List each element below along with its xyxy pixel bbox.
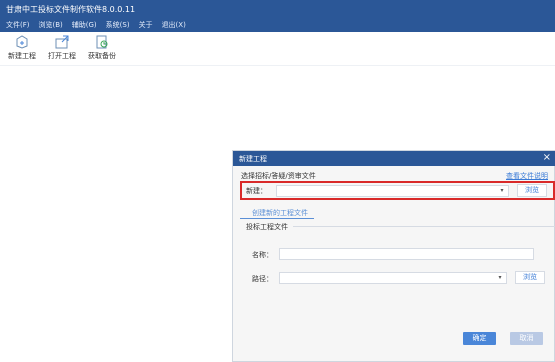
open-project-label: 打开工程 [48,52,76,60]
chevron-down-icon[interactable]: ▾ [498,187,506,195]
close-icon[interactable]: × [543,152,551,163]
tab-create-new-project[interactable]: 创建新的工程文件 [252,208,308,218]
open-project-icon [55,35,69,49]
path-label: 路径： [252,275,273,283]
new-project-button[interactable]: 新建工程 [2,35,42,61]
new-file-browse-button[interactable]: 浏览 [517,184,547,197]
get-backup-label: 获取备份 [88,52,116,60]
tab-underline [240,218,314,219]
open-project-button[interactable]: 打开工程 [42,35,82,61]
path-combo[interactable]: ▾ [279,272,507,284]
toolbar: 新建工程 打开工程 获取备份 [0,32,555,66]
new-file-combo[interactable]: ▾ [276,185,509,197]
window-title-bar: 甘肃中工投标文件制作软件8.0.0.11 [0,0,555,18]
name-label: 名称： [252,251,273,259]
ok-button[interactable]: 确定 [463,332,496,345]
menu-file[interactable]: 文件(F) [6,18,30,32]
dialog-title-bar: 新建工程 × [233,151,555,166]
window-title: 甘肃中工投标文件制作软件8.0.0.11 [6,5,136,14]
new-project-label: 新建工程 [8,52,36,60]
group-title: 投标工程文件 [246,223,288,231]
cancel-button[interactable]: 取消 [510,332,543,345]
new-file-label: 新建： [246,187,267,195]
group-divider [293,226,555,227]
menu-exit[interactable]: 退出(X) [162,18,186,32]
menu-assist[interactable]: 辅助(G) [72,18,97,32]
menu-system[interactable]: 系统(S) [106,18,130,32]
help-link[interactable]: 查看文件说明 [506,171,548,181]
choose-file-label: 选择招标/答疑/资审文件 [241,172,316,180]
get-backup-button[interactable]: 获取备份 [82,35,122,61]
chevron-down-icon[interactable]: ▾ [496,274,504,282]
name-input[interactable] [279,248,534,260]
path-browse-button[interactable]: 浏览 [515,271,545,284]
dialog-title: 新建工程 [239,155,267,163]
menu-bar: 文件(F) 浏览(B) 辅助(G) 系统(S) 关于 退出(X) [0,18,555,32]
new-project-icon [16,35,28,49]
get-backup-icon [96,35,108,49]
menu-about[interactable]: 关于 [139,18,153,32]
menu-browse[interactable]: 浏览(B) [39,18,63,32]
